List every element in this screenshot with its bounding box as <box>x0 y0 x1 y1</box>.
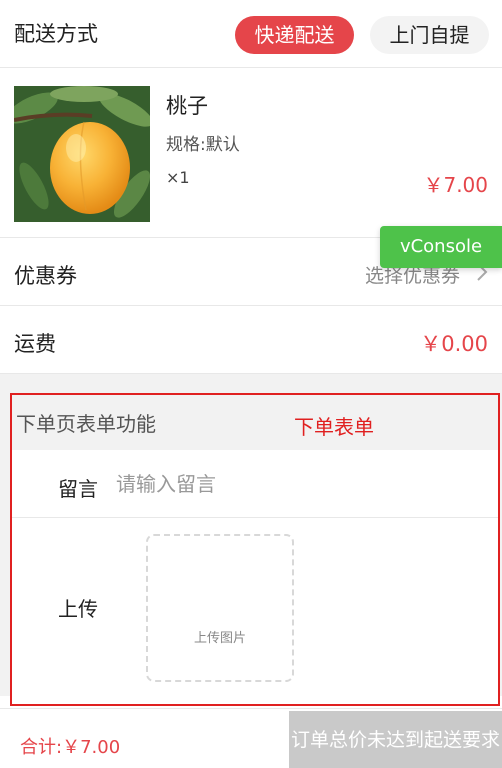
product-item: 桃子 规格:默认 ×1 ￥7.00 <box>0 68 502 238</box>
upload-label: 上传 <box>58 597 98 621</box>
order-form-title: 下单页表单功能 <box>16 412 156 436</box>
submit-order-button[interactable]: 订单总价未达到起送要求 <box>289 711 502 768</box>
delivery-method-row: 配送方式 快递配送 上门自提 <box>0 0 502 68</box>
shipping-fee-row: 运费 ￥0.00 <box>0 306 502 374</box>
order-form-section: 下单页表单功能 下单表单 留言 上传 上传图片 <box>10 393 500 706</box>
message-input[interactable] <box>116 466 476 502</box>
vconsole-button[interactable]: vConsole <box>380 226 502 268</box>
shipping-fee-value: ￥0.00 <box>420 332 488 356</box>
product-spec: 规格:默认 <box>166 135 240 155</box>
message-label: 留言 <box>58 477 98 501</box>
order-total: 合计:￥7.00 <box>20 737 121 758</box>
product-quantity: ×1 <box>166 168 190 187</box>
order-form-header: 下单页表单功能 下单表单 <box>12 395 498 450</box>
peach-photo-icon <box>14 86 150 222</box>
message-row: 留言 <box>12 450 498 518</box>
upload-row: 上传 上传图片 <box>12 518 498 704</box>
shipping-fee-label: 运费 <box>14 332 56 356</box>
product-image <box>14 86 150 222</box>
coupon-label: 优惠券 <box>14 264 77 288</box>
order-form-annotation: 下单表单 <box>294 415 374 439</box>
self-pickup-button[interactable]: 上门自提 <box>370 16 489 54</box>
express-delivery-button[interactable]: 快递配送 <box>235 16 354 54</box>
product-price: ￥7.00 <box>423 173 488 197</box>
upload-image-text: 上传图片 <box>193 631 246 646</box>
product-name: 桃子 <box>166 94 208 118</box>
upload-image-button[interactable]: 上传图片 <box>146 534 294 682</box>
delivery-method-title: 配送方式 <box>14 22 98 46</box>
order-footer: 合计:￥7.00 订单总价未达到起送要求 <box>0 708 502 768</box>
